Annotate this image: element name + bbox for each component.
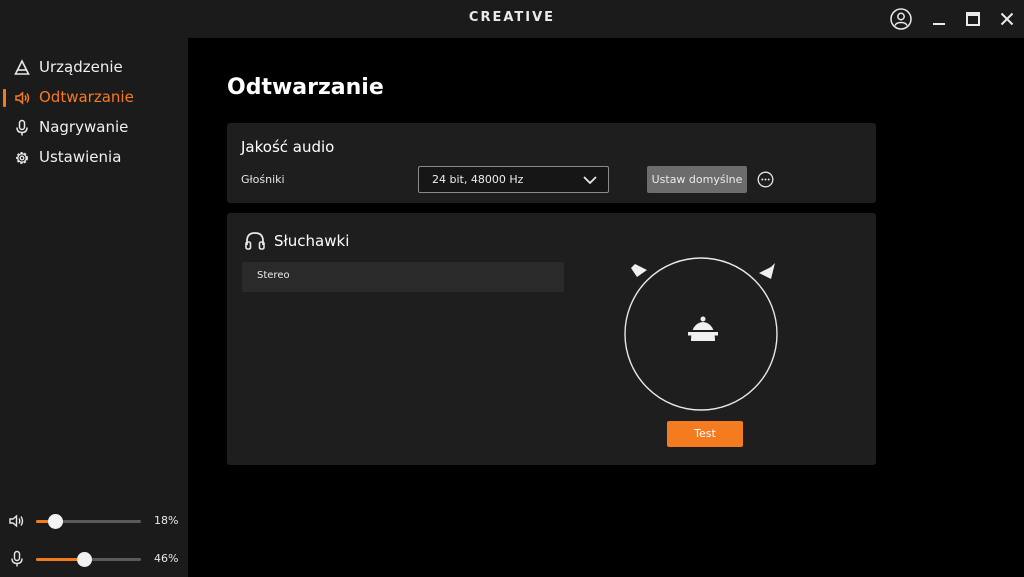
speaker-icon xyxy=(15,91,30,105)
volume-value: 18% xyxy=(154,514,179,527)
listener-head-icon xyxy=(688,316,718,341)
more-options-icon xyxy=(757,171,774,188)
gear-icon xyxy=(16,152,28,164)
minimize-button[interactable] xyxy=(925,6,953,32)
audio-format-dropdown[interactable]: 24 bit, 48000 Hz xyxy=(418,166,609,193)
microphone-icon xyxy=(16,119,28,136)
audio-quality-panel: Jakość audio Głośniki 24 bit, 48000 Hz U… xyxy=(227,123,876,203)
sidebar-item-label: Urządzenie xyxy=(39,58,123,76)
output-mode-selector[interactable]: Stereo xyxy=(242,262,564,292)
close-button[interactable] xyxy=(993,6,1021,32)
audio-quality-title: Jakość audio xyxy=(241,138,335,156)
page-title: Odtwarzanie xyxy=(227,75,384,100)
headphones-panel: Słuchawki Stereo Test xyxy=(227,213,876,465)
volume-slider-handle[interactable] xyxy=(48,514,63,529)
left-speaker-icon xyxy=(631,264,647,277)
test-button[interactable]: Test xyxy=(667,421,743,447)
right-speaker-icon xyxy=(759,263,775,279)
sidebar-item-settings[interactable]: Ustawienia xyxy=(0,144,188,172)
mic-slider-handle[interactable] xyxy=(77,552,92,567)
volume-slider[interactable] xyxy=(36,514,141,529)
user-circle-icon xyxy=(890,8,912,30)
maximize-icon xyxy=(966,12,980,26)
sidebar-item-label: Odtwarzanie xyxy=(39,88,134,106)
spatial-audio-visualizer xyxy=(624,257,778,411)
minimize-icon xyxy=(933,23,945,25)
headphones-title: Słuchawki xyxy=(274,232,350,250)
headphones-icon xyxy=(245,232,265,250)
close-icon xyxy=(1000,12,1014,26)
sidebar-item-recording[interactable]: Nagrywanie xyxy=(0,114,188,142)
account-button[interactable] xyxy=(887,6,915,32)
sidebar-item-label: Nagrywanie xyxy=(39,118,129,136)
sidebar: Urządzenie Odtwarzanie Nagrywanie Ustawi… xyxy=(0,38,188,577)
audio-format-value: 24 bit, 48000 Hz xyxy=(432,173,524,186)
active-indicator xyxy=(3,89,6,107)
mic-slider-row: 46% xyxy=(0,547,188,571)
microphone-icon xyxy=(11,550,23,567)
set-default-button[interactable]: Ustaw domyślne xyxy=(647,166,747,193)
chevron-down-icon xyxy=(583,176,597,185)
sidebar-item-label: Ustawienia xyxy=(39,148,122,166)
sidebar-item-device[interactable]: Urządzenie xyxy=(0,54,188,82)
maximize-button[interactable] xyxy=(959,6,987,32)
more-options-button[interactable] xyxy=(757,171,774,188)
volume-slider-row: 18% xyxy=(0,509,188,533)
title-bar: CREATIVE xyxy=(0,0,1024,38)
device-icon xyxy=(14,59,30,75)
speaker-volume-icon xyxy=(9,514,24,528)
mic-slider[interactable] xyxy=(36,552,141,567)
brand-logo: CREATIVE xyxy=(468,10,556,25)
sidebar-item-playback[interactable]: Odtwarzanie xyxy=(0,84,188,112)
device-label: Głośniki xyxy=(241,173,285,186)
output-mode-value: Stereo xyxy=(257,270,290,281)
mic-value: 46% xyxy=(154,552,179,565)
